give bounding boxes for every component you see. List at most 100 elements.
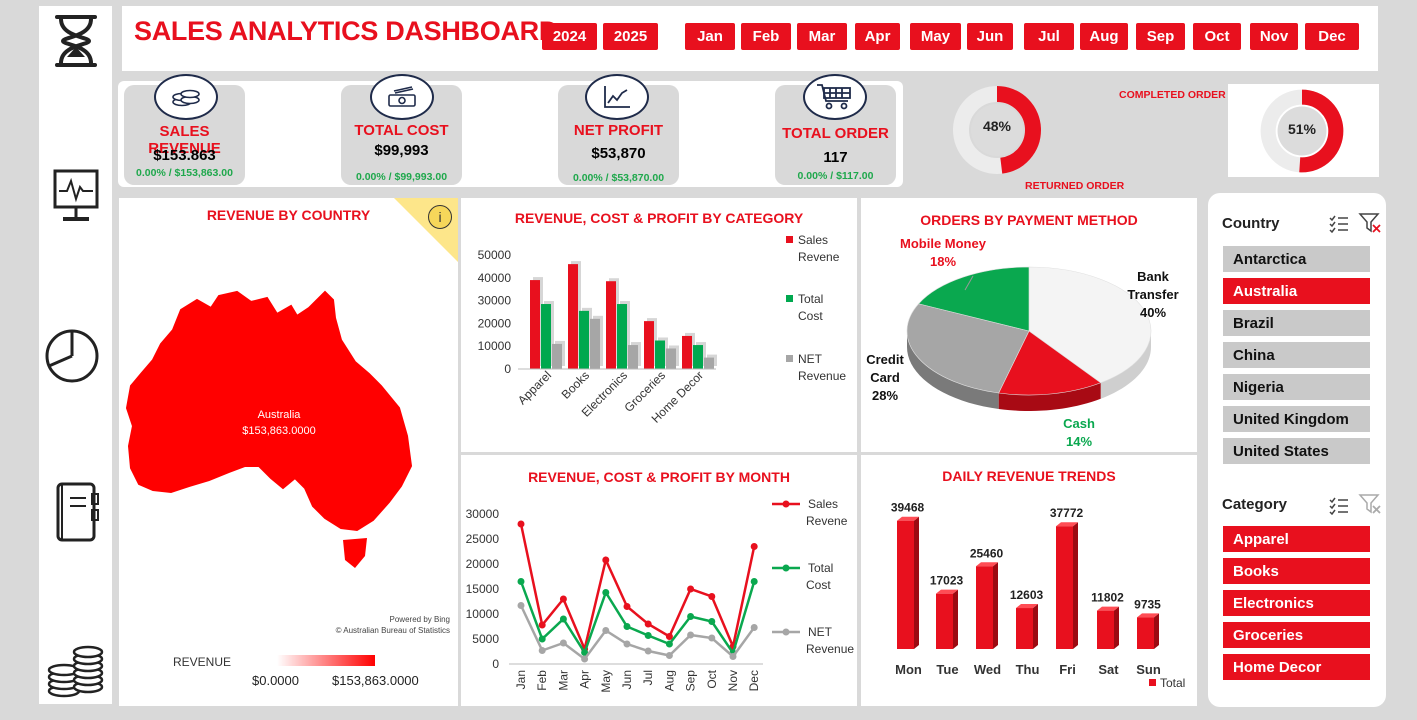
bar-total[interactable] <box>1016 608 1033 649</box>
line-point[interactable] <box>559 595 567 603</box>
category-slicer-item[interactable]: Home Decor <box>1223 654 1370 680</box>
line-point[interactable] <box>750 624 758 631</box>
line-point[interactable] <box>517 520 525 528</box>
line-point[interactable] <box>687 613 695 620</box>
line-point[interactable] <box>687 631 695 639</box>
bar-total-cost[interactable] <box>655 340 665 370</box>
country-slicer-item[interactable]: Nigeria <box>1223 374 1370 400</box>
hourglass-icon[interactable] <box>39 8 112 74</box>
bar-sales-revene[interactable] <box>644 321 654 369</box>
bar-total-cost[interactable] <box>617 304 627 369</box>
month-button-jan[interactable]: Jan <box>685 23 735 50</box>
category-slicer-item[interactable]: Groceries <box>1223 622 1370 648</box>
multi-select-icon[interactable] <box>1328 495 1350 515</box>
info-icon[interactable]: i <box>428 205 452 229</box>
category-slicer-item[interactable]: Books <box>1223 558 1370 584</box>
bar-sales-revene[interactable] <box>530 280 540 369</box>
line-point[interactable] <box>623 623 631 630</box>
multi-select-icon[interactable] <box>1328 213 1350 233</box>
line-point[interactable] <box>623 603 631 610</box>
bar-sales-revene[interactable] <box>568 264 578 369</box>
line-point[interactable] <box>708 593 716 600</box>
kpi-subtext: 0.00% / $99,993.00 <box>355 171 448 183</box>
line-point[interactable] <box>644 647 652 655</box>
month-line-chart[interactable]: 0 5000 10000 15000 20000 25000 30000 Jan Feb Mar A… <box>461 455 857 706</box>
bar-total-cost[interactable] <box>541 304 551 369</box>
line-point[interactable] <box>665 652 673 659</box>
month-button-feb[interactable]: Feb <box>741 23 791 50</box>
coins-icon[interactable] <box>39 642 112 700</box>
month-button-sep[interactable]: Sep <box>1136 23 1185 50</box>
line-point[interactable] <box>538 621 546 629</box>
clear-filter-icon[interactable] <box>1358 212 1382 234</box>
country-slicer-item[interactable]: United States <box>1223 438 1370 464</box>
bar-total[interactable] <box>1137 617 1154 649</box>
year-button-2025[interactable]: 2025 <box>603 23 658 50</box>
line-point[interactable] <box>538 647 546 654</box>
bar-net-revenue[interactable] <box>628 345 638 369</box>
bar-net-revenue[interactable] <box>590 318 600 369</box>
line-point[interactable] <box>581 655 589 663</box>
month-button-nov[interactable]: Nov <box>1250 23 1298 50</box>
map-region-value: $153,863.0000 <box>242 425 316 437</box>
month-button-jul[interactable]: Jul <box>1024 23 1074 50</box>
daily-bar-chart[interactable]: 39468 Mon 17023 Tue 25460 Wed 12603 Thu 37772 Fri… <box>861 455 1197 706</box>
line-total-cost[interactable] <box>519 581 756 656</box>
line-point[interactable] <box>623 640 631 648</box>
bar-net-revenue[interactable] <box>704 357 714 369</box>
bar-net-revenue[interactable] <box>666 348 676 369</box>
line-point[interactable] <box>750 578 758 585</box>
bar-net-revenue[interactable] <box>552 343 562 369</box>
bar-total-cost[interactable] <box>693 345 703 369</box>
payment-pie-chart[interactable]: Bank Transfer 40% Credit Card 28% Cash 14% Mobil… <box>861 198 1197 452</box>
monitor-icon[interactable] <box>39 164 112 230</box>
line-point[interactable] <box>602 589 610 596</box>
line-point[interactable] <box>517 602 525 609</box>
month-button-apr[interactable]: Apr <box>855 23 900 50</box>
line-point[interactable] <box>559 639 567 647</box>
bar-total[interactable] <box>936 593 953 649</box>
country-slicer-item[interactable]: Brazil <box>1223 310 1370 336</box>
x-tick-label: Sat <box>1098 662 1119 677</box>
country-slicer-item[interactable]: United Kingdom <box>1223 406 1370 432</box>
australia-map[interactable] <box>119 288 458 588</box>
line-point[interactable] <box>665 640 673 648</box>
x-tick-label: May <box>599 670 613 693</box>
country-slicer-item[interactable]: Australia <box>1223 278 1370 304</box>
country-slicer-item[interactable]: Antarctica <box>1223 246 1370 272</box>
line-point[interactable] <box>538 635 546 643</box>
clear-filter-icon[interactable] <box>1358 493 1382 515</box>
line-point[interactable] <box>644 620 652 628</box>
pie-chart-icon[interactable] <box>35 322 108 386</box>
bar-total[interactable] <box>976 566 993 649</box>
bar-total[interactable] <box>1056 526 1073 649</box>
year-button-2024[interactable]: 2024 <box>542 23 597 50</box>
line-point[interactable] <box>750 543 758 550</box>
line-point[interactable] <box>687 585 695 593</box>
line-point[interactable] <box>559 615 567 623</box>
line-point[interactable] <box>708 618 716 625</box>
bar-total[interactable] <box>1097 610 1114 649</box>
category-slicer-item[interactable]: Electronics <box>1223 590 1370 616</box>
y-tick-label: 10000 <box>478 339 512 353</box>
bar-total-cost[interactable] <box>579 310 589 369</box>
month-button-oct[interactable]: Oct <box>1193 23 1241 50</box>
category-chart[interactable]: 01000020000300004000050000Apparel BooksEl… <box>461 198 857 452</box>
bar-sales-revene[interactable] <box>682 335 692 369</box>
line-point[interactable] <box>708 634 716 642</box>
bar-sales-revene[interactable] <box>606 281 616 369</box>
country-slicer-item[interactable]: China <box>1223 342 1370 368</box>
bar-total[interactable] <box>897 520 914 649</box>
line-point[interactable] <box>517 578 525 585</box>
month-button-dec[interactable]: Dec <box>1305 23 1359 50</box>
line-point[interactable] <box>729 653 737 660</box>
category-slicer-item[interactable]: Apparel <box>1223 526 1370 552</box>
line-point[interactable] <box>602 556 610 564</box>
book-icon[interactable] <box>39 476 112 550</box>
month-button-mar[interactable]: Mar <box>797 23 847 50</box>
month-button-aug[interactable]: Aug <box>1080 23 1128 50</box>
month-button-jun[interactable]: Jun <box>967 23 1013 50</box>
line-point[interactable] <box>602 627 610 634</box>
month-button-may[interactable]: May <box>910 23 961 50</box>
line-point[interactable] <box>644 632 652 639</box>
